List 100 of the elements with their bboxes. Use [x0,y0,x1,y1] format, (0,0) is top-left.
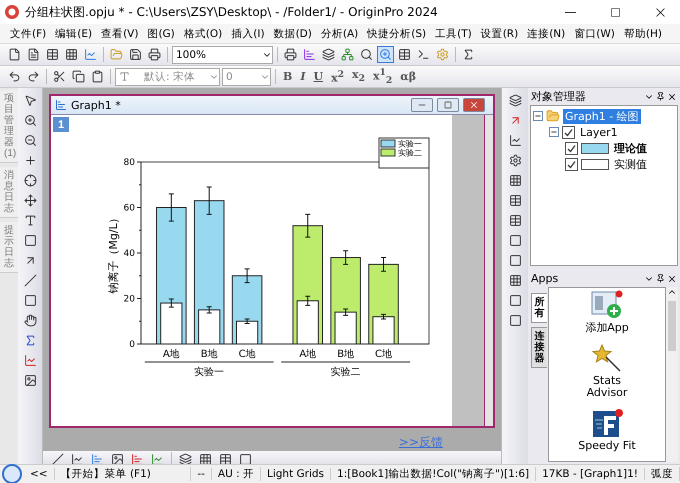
scrollbar[interactable] [484,115,493,426]
menu-item[interactable]: 图(G) [143,26,179,42]
apps-tab[interactable]: 连接器 [531,327,547,368]
magic-wand-icon [592,342,622,373]
table-icon[interactable] [396,46,413,63]
side-tab[interactable]: 消息日志 [0,167,18,218]
font-dropdown[interactable]: 默认: 宋体 [115,68,220,86]
status-item: 弧度 [645,467,680,481]
pin-icon[interactable] [656,274,665,282]
zoom-dropdown[interactable]: 100% [172,46,273,64]
close-icon [469,100,479,110]
side-tab[interactable]: 项目管理器 (1) [0,90,18,163]
status-item: AU : 开 [212,467,261,481]
magnifier-icon[interactable] [2,464,22,483]
bar-chart-icon[interactable] [301,46,318,63]
status-item: << [24,468,55,480]
tree-item[interactable]: Layer1 [578,126,620,138]
window-title: 分组柱状图.opju * - C:\Users\ZSY\Desktop\ - /Folder1/ - OriginPro 2024 [25,4,439,20]
hand-icon[interactable] [22,312,38,329]
category-label: A地 [162,349,180,360]
panel-title: 对象管理器 [531,89,586,104]
menu-item[interactable]: 设置(R) [476,26,522,42]
format-button[interactable]: U [310,70,326,83]
layers-icon[interactable] [506,92,524,109]
pin-icon[interactable] [656,92,665,100]
tick-label: 40 [124,249,135,259]
add-app-icon [590,290,624,320]
maximize-icon [444,101,452,109]
scrollbar-thumb[interactable] [668,301,676,351]
format-button[interactable]: B [280,70,296,83]
tree-item[interactable]: 实测值 [612,156,649,172]
status-item: Light Grids [260,468,332,480]
group-label: 实验二 [330,367,361,378]
menu-item[interactable]: 快捷分析(S) [363,26,430,42]
menu-item[interactable]: 查看(V) [97,26,142,42]
app-item[interactable]: Speedy Fit [578,408,636,453]
font-size-dropdown[interactable]: 0 [222,68,271,86]
line-icon[interactable] [22,272,38,289]
checkbox[interactable] [562,126,575,138]
menu-item[interactable]: 连接(N) [523,26,570,42]
save-icon[interactable] [127,46,144,63]
expand-toggle[interactable] [549,127,559,137]
minimize-button[interactable] [411,98,433,112]
table-icon[interactable] [44,46,61,63]
status-item: 1:[Book1]输出数据!Col("钠离子")[1:6] [331,467,536,481]
menu-item[interactable]: 分析(A) [316,26,362,42]
crosshair-icon[interactable] [22,172,38,189]
layers-icon[interactable] [320,46,337,63]
menu-item[interactable]: 工具(T) [431,26,476,42]
tree-item[interactable]: 理论值 [612,140,649,156]
format-button[interactable]: x$_{2}$ [349,68,368,85]
legend-label: 实验二 [398,148,422,158]
move-icon[interactable] [22,192,38,209]
menu-item[interactable]: 插入(I) [227,26,269,42]
menu-item[interactable]: 编辑(E) [51,26,96,42]
menu-item[interactable]: 格式(O) [180,26,226,42]
app-item[interactable]: Stats Advisor [572,342,642,400]
copy-icon[interactable] [70,68,87,85]
axis-title: 钠离子（Mg/L） [107,212,120,294]
search-icon[interactable] [358,46,375,63]
network-icon[interactable] [339,46,356,63]
graph-window-title: Graph1 * [71,98,122,112]
format-button[interactable]: x$^{2}$ [328,68,347,84]
printer-icon[interactable] [282,46,299,63]
side-tab[interactable]: 提示日志 [0,222,18,273]
maximize-icon [610,6,620,18]
tick-label: 80 [124,158,135,168]
format-button[interactable]: αβ [397,70,420,83]
panel-title: Apps [531,272,558,285]
apps-tab[interactable]: 所有 [531,293,547,323]
app-item[interactable]: 添加App [585,290,629,335]
legend-label: 实验一 [398,140,422,148]
category-label: B地 [200,349,218,360]
menu-item[interactable]: 窗口(W) [570,26,619,42]
menu-item[interactable]: 文件(F) [6,26,50,42]
close-icon[interactable] [667,274,677,284]
grid-icon[interactable] [63,46,80,63]
printer-icon[interactable] [146,46,163,63]
tree-item[interactable]: Graph1 - 绘图 [563,108,641,124]
expand-toggle[interactable] [533,111,543,121]
tick-label: 60 [124,204,135,214]
status-item: -- [191,468,212,480]
font-icon [119,71,130,82]
tick-label: 20 [124,294,135,304]
close-icon[interactable] [667,92,677,102]
status-item: 17KB - [Graph1]1! [536,468,645,480]
status-item: 【开始】菜单 (F1) [54,467,192,481]
menu-item[interactable]: 数据(D) [270,26,316,42]
maximize-button[interactable] [437,98,459,112]
category-label: A地 [299,349,316,360]
format-button[interactable]: I [297,70,308,83]
category-label: C地 [375,349,392,360]
checkbox[interactable] [565,142,578,154]
menu-item[interactable]: 帮助(H) [620,26,666,42]
category-label: C地 [238,349,256,360]
close-button[interactable] [463,98,485,112]
checkbox[interactable] [565,158,578,170]
category-label: B地 [337,349,354,360]
tick-label: 0 [129,340,135,350]
app-label: Speedy Fit [578,440,636,453]
